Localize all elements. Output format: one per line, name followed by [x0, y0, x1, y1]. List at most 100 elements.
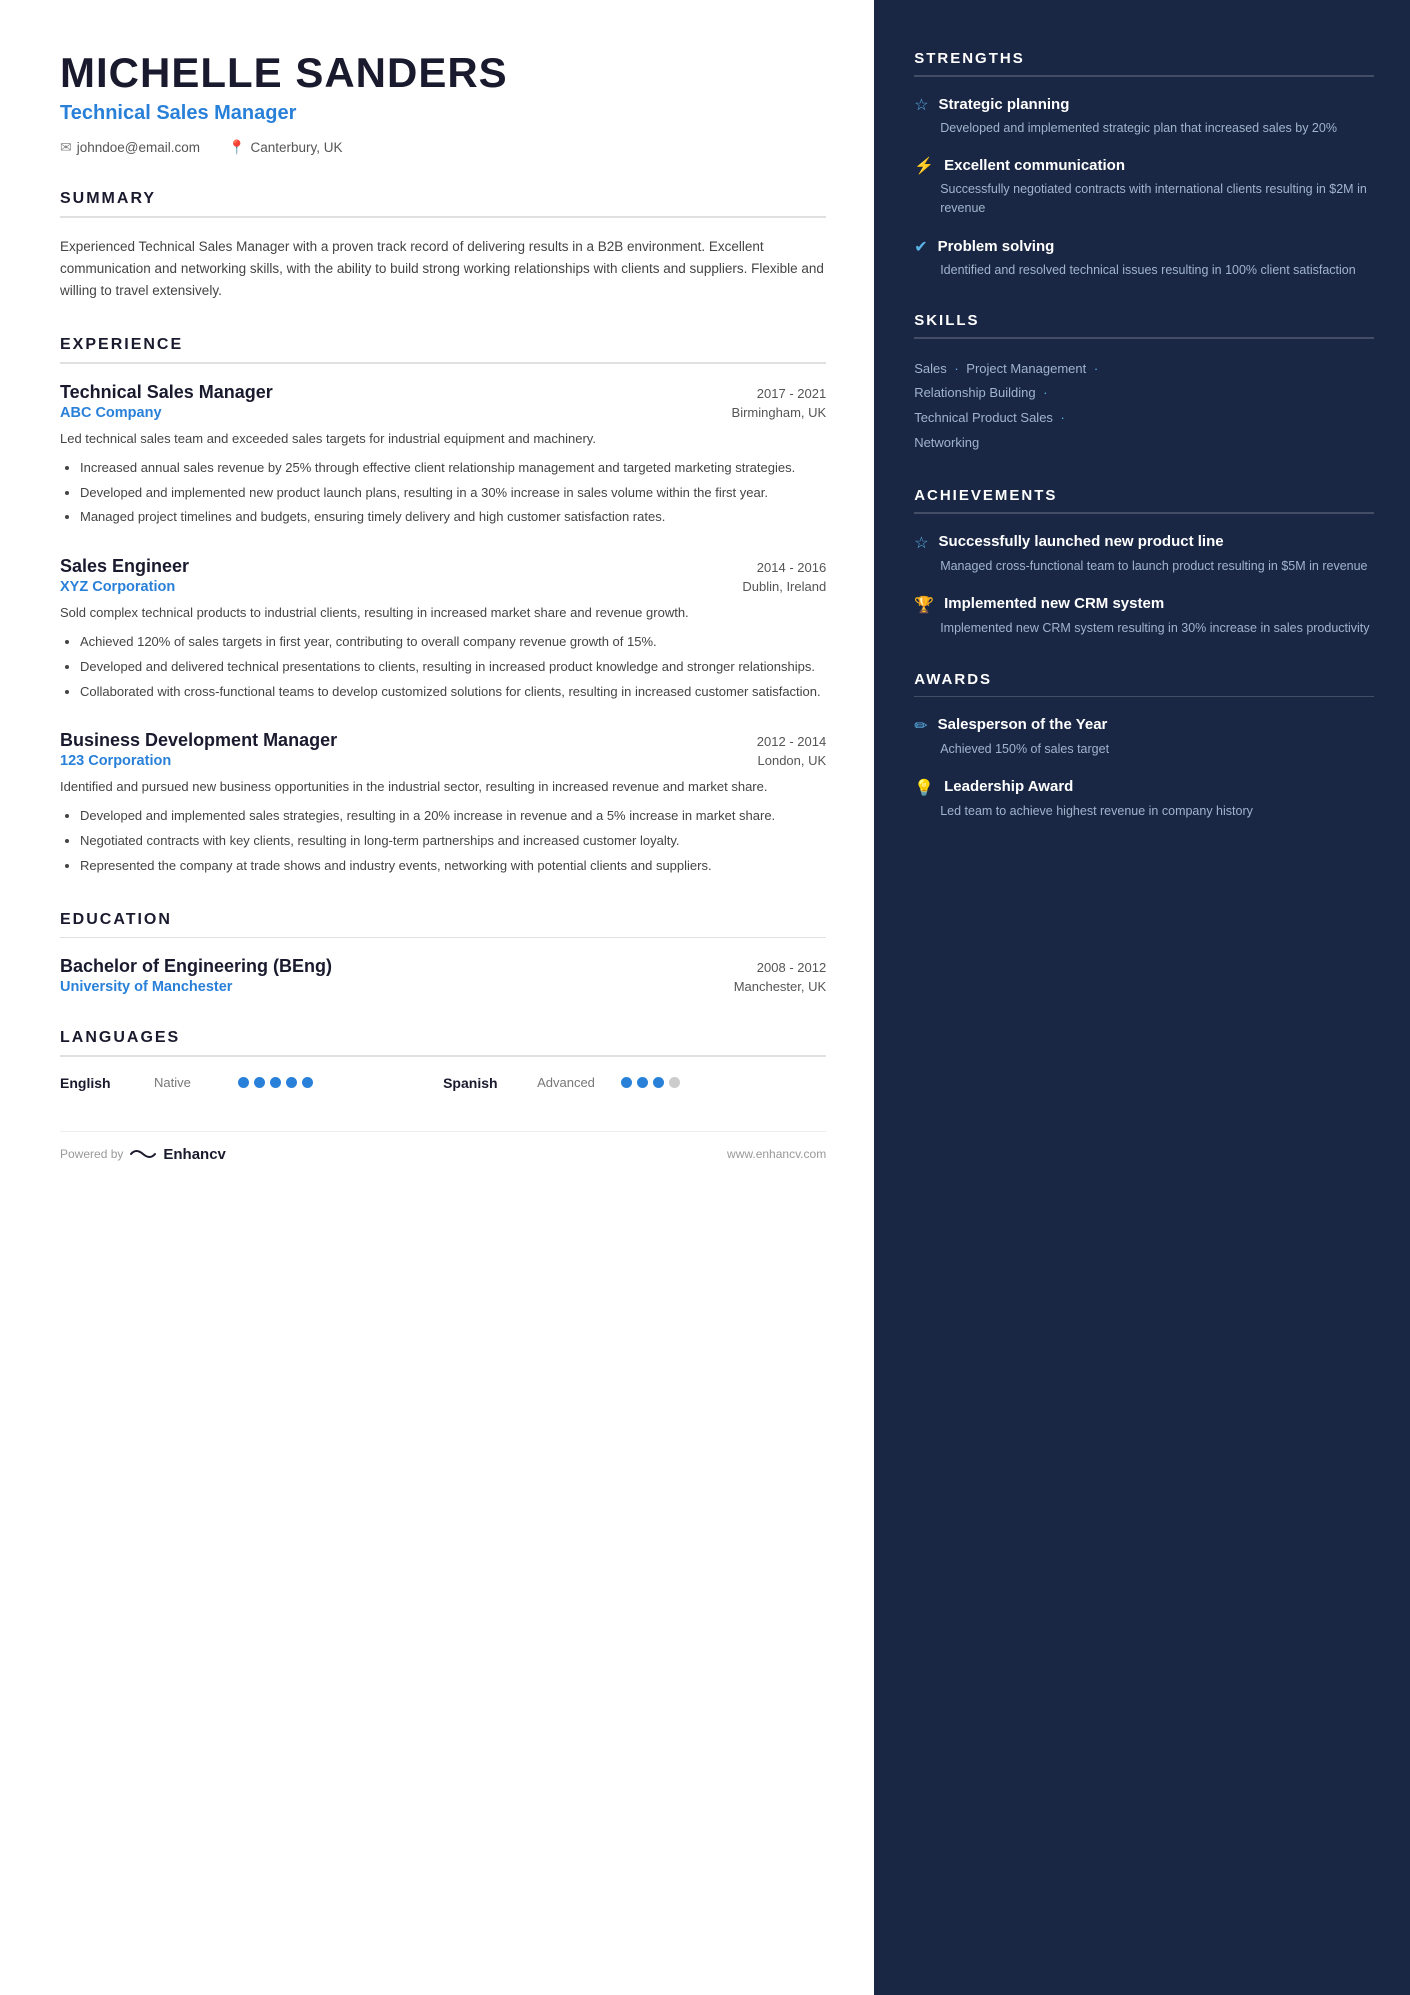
exp-title-1: Technical Sales Manager [60, 382, 273, 403]
exp-header-3: Business Development Manager 2012 - 2014 [60, 730, 826, 751]
summary-title: SUMMARY [60, 190, 826, 208]
strength-name-1: Strategic planning [939, 96, 1070, 113]
resume-container: MICHELLE SANDERS Technical Sales Manager… [0, 0, 1410, 1995]
strength-header-3: ✔ Problem solving [914, 237, 1374, 257]
strength-icon-2: ⚡ [914, 156, 934, 176]
awards-title: AWARDS [914, 671, 1374, 688]
exp-dates-3: 2012 - 2014 [757, 734, 826, 749]
summary-text: Experienced Technical Sales Manager with… [60, 236, 826, 303]
skill-dot-3: · [1040, 385, 1048, 400]
achievement-icon-1: ☆ [914, 533, 928, 553]
lang-dots-spanish [621, 1077, 680, 1088]
exp-dates-2: 2014 - 2016 [757, 560, 826, 575]
exp-title-2: Sales Engineer [60, 556, 189, 577]
skills-list: Sales · Project Management · Relationshi… [914, 357, 1374, 456]
dot-es-4 [669, 1077, 680, 1088]
language-item-english: English Native [60, 1075, 443, 1091]
edu-dates: 2008 - 2012 [757, 960, 826, 975]
dot-en-1 [238, 1077, 249, 1088]
edu-header: Bachelor of Engineering (BEng) 2008 - 20… [60, 956, 826, 977]
experience-divider [60, 362, 826, 364]
exp-company-2: XYZ Corporation [60, 579, 175, 595]
location-icon: 📍 [228, 139, 245, 156]
strength-desc-3: Identified and resolved technical issues… [914, 261, 1374, 280]
award-name-1: Salesperson of the Year [938, 715, 1108, 735]
strength-name-3: Problem solving [938, 238, 1055, 255]
left-column: MICHELLE SANDERS Technical Sales Manager… [0, 0, 874, 1995]
location-contact: 📍 Canterbury, UK [228, 139, 342, 156]
experience-item-3: Business Development Manager 2012 - 2014… [60, 730, 826, 876]
contact-info: ✉ johndoe@email.com 📍 Canterbury, UK [60, 139, 826, 156]
exp-sub-2: XYZ Corporation Dublin, Ireland [60, 579, 826, 595]
skills-section: SKILLS Sales · Project Management · Rela… [914, 312, 1374, 455]
award-name-2: Leadership Award [944, 777, 1073, 797]
strength-item-1: ☆ Strategic planning Developed and imple… [914, 95, 1374, 138]
right-column: STRENGTHS ☆ Strategic planning Developed… [874, 0, 1410, 1995]
skill-1: Sales [914, 361, 947, 376]
achievement-desc-2: Implemented new CRM system resulting in … [914, 619, 1374, 638]
achievement-header-2: 🏆 Implemented new CRM system [914, 594, 1374, 615]
strength-header-1: ☆ Strategic planning [914, 95, 1374, 115]
languages-row: English Native Spanish Advanced [60, 1075, 826, 1091]
strengths-section: STRENGTHS ☆ Strategic planning Developed… [914, 50, 1374, 280]
education-title: EDUCATION [60, 911, 826, 929]
dot-es-2 [637, 1077, 648, 1088]
dot-en-4 [286, 1077, 297, 1088]
skill-4: Technical Product Sales [914, 410, 1053, 425]
dot-en-5 [302, 1077, 313, 1088]
lang-level-spanish: Advanced [537, 1075, 607, 1090]
exp-bullet-2-2: Developed and delivered technical presen… [80, 657, 826, 678]
location-value: Canterbury, UK [250, 140, 342, 155]
exp-bullet-3-1: Developed and implemented sales strategi… [80, 806, 826, 827]
candidate-name: MICHELLE SANDERS [60, 50, 826, 96]
strengths-divider [914, 75, 1374, 77]
lang-name-english: English [60, 1075, 140, 1091]
footer-powered: Powered by Enhancv [60, 1146, 226, 1163]
language-item-spanish: Spanish Advanced [443, 1075, 826, 1091]
award-header-1: ✏ Salesperson of the Year [914, 715, 1374, 736]
experience-title: EXPERIENCE [60, 336, 826, 354]
achievements-title: ACHIEVEMENTS [914, 487, 1374, 504]
footer-website: www.enhancv.com [727, 1147, 826, 1161]
exp-bullet-3-3: Represented the company at trade shows a… [80, 856, 826, 877]
summary-divider [60, 216, 826, 218]
strength-icon-1: ☆ [914, 95, 928, 115]
strengths-title: STRENGTHS [914, 50, 1374, 67]
achievement-desc-1: Managed cross-functional team to launch … [914, 557, 1374, 576]
achievement-header-1: ☆ Successfully launched new product line [914, 532, 1374, 553]
exp-bullets-2: Achieved 120% of sales targets in first … [60, 632, 826, 702]
email-value: johndoe@email.com [77, 140, 200, 155]
languages-section: LANGUAGES English Native Spanish [60, 1029, 826, 1091]
exp-header-2: Sales Engineer 2014 - 2016 [60, 556, 826, 577]
experience-section: EXPERIENCE Technical Sales Manager 2017 … [60, 336, 826, 876]
edu-university: University of Manchester [60, 979, 232, 995]
achievements-section: ACHIEVEMENTS ☆ Successfully launched new… [914, 487, 1374, 638]
edu-sub: University of Manchester Manchester, UK [60, 979, 826, 995]
skill-dot-4: · [1057, 410, 1065, 425]
languages-title: LANGUAGES [60, 1029, 826, 1047]
exp-location-2: Dublin, Ireland [742, 579, 826, 594]
candidate-title: Technical Sales Manager [60, 102, 826, 125]
awards-section: AWARDS ✏ Salesperson of the Year Achieve… [914, 671, 1374, 822]
header: MICHELLE SANDERS Technical Sales Manager… [60, 50, 826, 156]
skills-title: SKILLS [914, 312, 1374, 329]
strength-item-3: ✔ Problem solving Identified and resolve… [914, 237, 1374, 280]
exp-desc-1: Led technical sales team and exceeded sa… [60, 429, 826, 450]
education-divider [60, 937, 826, 939]
skill-2: Project Management [966, 361, 1086, 376]
exp-bullets-1: Increased annual sales revenue by 25% th… [60, 458, 826, 528]
dot-en-2 [254, 1077, 265, 1088]
dot-es-3 [653, 1077, 664, 1088]
exp-location-1: Birmingham, UK [732, 405, 827, 420]
achievement-name-1: Successfully launched new product line [939, 532, 1224, 552]
experience-item-1: Technical Sales Manager 2017 - 2021 ABC … [60, 382, 826, 528]
achievement-item-1: ☆ Successfully launched new product line… [914, 532, 1374, 576]
award-item-2: 💡 Leadership Award Led team to achieve h… [914, 777, 1374, 821]
exp-bullet-2-3: Collaborated with cross-functional teams… [80, 682, 826, 703]
exp-title-3: Business Development Manager [60, 730, 337, 751]
strength-item-2: ⚡ Excellent communication Successfully n… [914, 156, 1374, 219]
exp-company-1: ABC Company [60, 405, 162, 421]
powered-label: Powered by [60, 1147, 123, 1161]
award-desc-2: Led team to achieve highest revenue in c… [914, 802, 1374, 821]
exp-bullet-1-2: Developed and implemented new product la… [80, 483, 826, 504]
